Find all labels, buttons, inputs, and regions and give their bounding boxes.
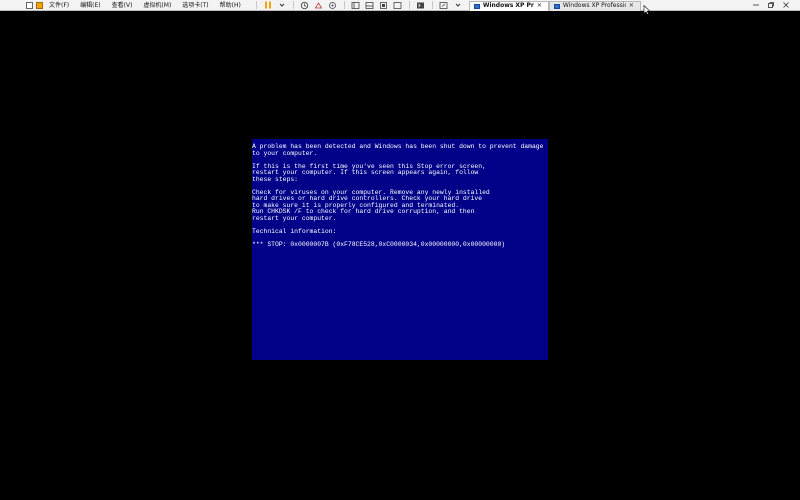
tab-vm-active[interactable]: Windows XP Professional ... ✕: [468, 0, 549, 11]
menu-bar: 文件(F) 编辑(E) 查看(V) 虚拟机(M) 选项卡(T) 帮助(H): [49, 0, 252, 11]
snapshot-manager-icon[interactable]: [328, 1, 338, 10]
menu-vm[interactable]: 虚拟机(M): [143, 0, 171, 11]
toolbar-divider: [343, 1, 345, 9]
menu-help[interactable]: 帮助(H): [220, 0, 241, 11]
vmware-toolbar: 文件(F) 编辑(E) 查看(V) 虚拟机(M) 选项卡(T) 帮助(H) Wi…: [0, 0, 800, 11]
vm-icon: [473, 3, 480, 9]
toolbar-left-group: 文件(F) 编辑(E) 查看(V) 虚拟机(M) 选项卡(T) 帮助(H): [0, 0, 465, 11]
tab-label: Windows XP Professional ...: [482, 2, 534, 9]
pause-icon[interactable]: [263, 1, 273, 10]
chevron-down-icon[interactable]: [277, 1, 287, 10]
tab-label: Windows XP Professional: [562, 2, 626, 9]
tab-vm-inactive[interactable]: Windows XP Professional ✕: [548, 0, 641, 11]
console-icon[interactable]: [416, 1, 426, 10]
minimize-icon[interactable]: [752, 1, 760, 11]
close-window-icon[interactable]: [782, 1, 790, 11]
toolbar-divider: [408, 1, 410, 9]
chevron-down-icon[interactable]: [453, 1, 463, 10]
close-icon[interactable]: ✕: [629, 1, 634, 11]
toolbar-divider: [292, 1, 294, 9]
snapshot-icon[interactable]: [300, 1, 310, 10]
menu-view[interactable]: 查看(V): [112, 0, 133, 11]
menu-tabs[interactable]: 选项卡(T): [182, 0, 208, 11]
toolbar-divider: [431, 1, 433, 9]
vm-icon: [553, 3, 560, 9]
toolbar-divider: [255, 1, 257, 9]
thumbnail-icon[interactable]: [365, 1, 375, 10]
mouse-cursor-icon: [643, 0, 651, 15]
vmware-logo-icon[interactable]: [36, 1, 43, 9]
menu-file[interactable]: 文件(F): [49, 0, 69, 11]
window-controls: [752, 0, 790, 11]
stretch-guest-icon[interactable]: [439, 1, 449, 10]
unity-icon[interactable]: [393, 1, 403, 10]
bsod-stop-code: *** STOP: 0x0000007B (0xF78CE528,0xC0000…: [252, 240, 506, 248]
menu-edit[interactable]: 编辑(E): [80, 0, 100, 11]
home-icon[interactable]: [26, 1, 33, 9]
sidebar-toggle-icon[interactable]: [351, 1, 361, 10]
vm-tab-strip: Windows XP Professional ... ✕ Windows XP…: [468, 0, 641, 11]
restore-icon[interactable]: [767, 1, 775, 11]
revert-snapshot-icon[interactable]: [314, 1, 324, 10]
close-icon[interactable]: ✕: [537, 1, 542, 11]
fullscreen-icon[interactable]: [379, 1, 389, 10]
vm-display-bsod[interactable]: A problem has been detected and Windows …: [252, 139, 548, 360]
